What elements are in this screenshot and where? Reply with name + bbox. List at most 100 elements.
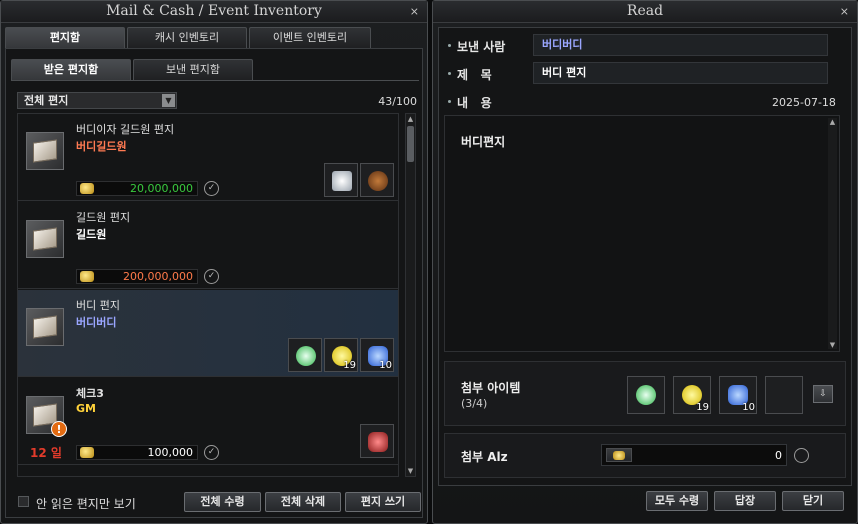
bullet-icon [448,72,451,75]
silver-relic-icon [332,171,352,191]
mail-sender: 버디버디 [76,316,117,329]
attachment-slot[interactable] [360,163,394,197]
check-icon[interactable] [794,448,809,463]
scroll-up-icon[interactable]: ▲ [406,114,415,124]
item-quantity: 19 [696,402,709,413]
sender-label: 보낸 사람 [457,40,506,54]
body-scrollbar[interactable]: ▲ ▼ [828,118,837,349]
check-icon[interactable]: ✓ [204,445,219,460]
mail-alz: 200,000,000 [76,269,198,284]
window-title-text: Mail & Cash / Event Inventory [106,3,322,19]
envelope-icon [26,132,64,170]
bullet-icon [448,44,451,47]
attachment-slot[interactable] [288,338,322,372]
mail-alz-value: 100,000 [147,446,194,459]
close-icon[interactable]: × [410,1,419,22]
alz-coin-icon [80,183,94,194]
attachment-count: (3/4) [461,397,488,410]
envelope-icon: ! [26,396,67,437]
check-icon[interactable]: ✓ [204,269,219,284]
mail-row-selected[interactable]: 버디 편지 버디버디 19 10 [18,290,398,377]
mail-row[interactable]: 버디이자 길드원 편지 버디길드원 20,000,000 ✓ [18,114,398,201]
unread-only-label: 안 읽은 편지만 보기 [36,497,136,511]
tab-inbox[interactable]: 받은 편지함 [11,59,131,80]
alert-icon: ! [51,421,67,437]
mail-expiry-days: 12 일 [30,446,62,460]
filter-value: 전체 편지 [24,94,69,107]
mail-row[interactable]: ! 12 일 체크3 GM 100,000 ✓ [18,378,398,465]
delete-all-button[interactable]: 전체 삭제 [265,492,341,512]
mail-content-text: 버디편지 [461,135,506,149]
attachment-slot[interactable]: 19 [673,376,711,414]
item-quantity: 19 [343,360,356,371]
envelope-icon [26,220,64,258]
mail-list: 버디이자 길드원 편지 버디길드원 20,000,000 ✓ 길드원 편지 길드… [17,113,399,477]
check-icon[interactable]: ✓ [204,181,219,196]
close-icon[interactable]: × [840,1,849,22]
mail-sender: GM [76,402,96,415]
green-crystal-icon [296,346,316,366]
attachment-slot[interactable] [324,163,358,197]
attachment-label: 첨부 아이템 [461,381,521,395]
mail-title: 체크3 [76,387,104,400]
subtab-divider [11,80,419,81]
window-title[interactable]: Mail & Cash / Event Inventory × [1,1,427,23]
scroll-up-icon[interactable]: ▲ [828,118,837,126]
alz-coin-icon [606,448,632,462]
attachment-slot[interactable]: 10 [719,376,757,414]
subject-field: 버디 편지 [533,62,828,84]
mail-title: 버디이자 길드원 편지 [76,123,175,136]
mail-sender: 길드원 [76,228,107,241]
attachment-slot-empty[interactable] [765,376,803,414]
sender-field: 버디버디 [533,34,828,56]
alz-coin-icon [80,271,94,282]
scroll-down-icon[interactable]: ▼ [828,341,837,349]
write-mail-button[interactable]: 편지 쓰기 [345,492,421,512]
attachment-section: 첨부 아이템 (3/4) 19 10 ⇩ [444,361,846,426]
attachment-slot[interactable] [360,424,394,458]
attachment-slot[interactable] [627,376,665,414]
alz-label: 첨부 Alz [461,450,508,464]
receive-all-button[interactable]: 전체 수령 [184,492,261,512]
green-crystal-icon [636,385,656,405]
reply-button[interactable]: 답장 [714,491,776,511]
attachment-slot[interactable]: 19 [324,338,358,372]
close-button[interactable]: 닫기 [782,491,844,511]
download-icon[interactable]: ⇩ [813,385,833,403]
mail-row[interactable]: 길드원 편지 길드원 200,000,000 ✓ [18,202,398,289]
mail-alz-value: 20,000,000 [130,182,193,195]
brown-gem-icon [368,171,388,191]
mail-filter-select[interactable]: 전체 편지 ▼ [17,92,177,109]
unread-only-checkbox[interactable] [18,496,29,507]
mail-date: 2025-07-18 [772,96,836,109]
mail-title: 길드원 편지 [76,211,131,224]
alz-coin-icon [80,447,94,458]
alz-field: 0 [601,444,787,466]
mail-count: 43/100 [378,95,417,108]
mail-alz-value: 200,000,000 [123,270,193,283]
scroll-thumb[interactable] [407,126,414,162]
chevron-down-icon: ▼ [162,94,175,107]
mail-list-scrollbar[interactable]: ▲ ▼ [405,113,416,477]
bullet-icon [448,100,451,103]
mail-alz: 20,000,000 [76,181,198,196]
alz-value: 0 [775,449,782,462]
mail-body: 버디편지 ▲ ▼ [444,115,840,352]
mail-inventory-window: Mail & Cash / Event Inventory × 편지함 캐시 인… [0,0,428,524]
mail-title: 버디 편지 [76,299,120,312]
mail-sender: 버디길드원 [76,140,127,153]
window-title-text: Read [626,3,664,19]
mail-alz: 100,000 [76,445,198,460]
attachment-slot[interactable]: 10 [360,338,394,372]
tab-sent[interactable]: 보낸 편지함 [133,59,253,80]
alz-section: 첨부 Alz 0 [444,433,846,478]
tab-event-inventory[interactable]: 이벤트 인벤토리 [249,27,371,48]
item-quantity: 10 [742,402,755,413]
content-label: 내 용 [457,96,492,110]
window-title[interactable]: Read × [433,1,857,23]
scroll-down-icon[interactable]: ▼ [406,466,415,476]
tab-cash-inventory[interactable]: 캐시 인벤토리 [127,27,247,48]
tab-mailbox[interactable]: 편지함 [5,27,125,48]
item-quantity: 10 [379,360,392,371]
receive-all-button[interactable]: 모두 수령 [646,491,708,511]
